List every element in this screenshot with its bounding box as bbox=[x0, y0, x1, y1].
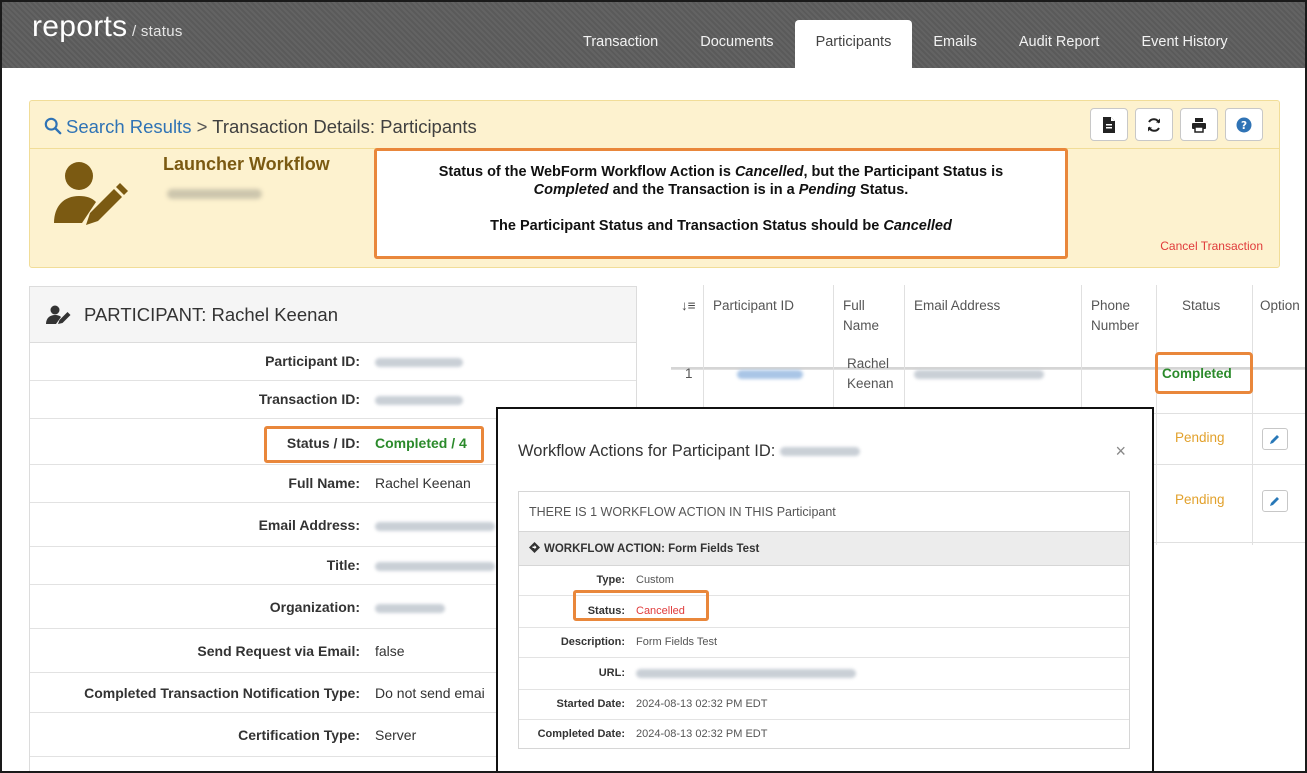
search-icon bbox=[44, 117, 62, 135]
email-redacted bbox=[375, 517, 495, 533]
refresh-button[interactable] bbox=[1135, 108, 1173, 141]
callout-line-1: Status of the WebForm Workflow Action is… bbox=[438, 164, 1004, 180]
row-completed-date: Completed Date: 2024-08-13 02:32 PM EDT bbox=[537, 728, 768, 740]
column-options[interactable]: Option bbox=[1252, 285, 1305, 369]
row-2-status: Pending bbox=[1175, 430, 1225, 445]
completed-highlight-box bbox=[1155, 352, 1253, 394]
print-button[interactable] bbox=[1180, 108, 1218, 141]
participant-panel-header: PARTICIPANT: Rachel Keenan bbox=[30, 287, 636, 343]
cancelled-highlight-box bbox=[573, 590, 709, 621]
brand-name: reports bbox=[32, 10, 128, 43]
document-button[interactable] bbox=[1090, 108, 1128, 141]
svg-text:?: ? bbox=[1241, 120, 1247, 132]
modal-header: Workflow Actions for Participant ID: × bbox=[498, 409, 1152, 497]
toolbar: ? bbox=[1090, 108, 1263, 141]
column-divider bbox=[1156, 285, 1157, 545]
column-participant-id[interactable]: Participant ID bbox=[703, 285, 833, 369]
pencil-icon bbox=[1270, 435, 1279, 444]
pencil-icon bbox=[1270, 497, 1279, 506]
participant-title: PARTICIPANT: Rachel Keenan bbox=[84, 304, 338, 325]
tab-event-history[interactable]: Event History bbox=[1120, 20, 1248, 68]
tab-audit-report[interactable]: Audit Report bbox=[998, 20, 1121, 68]
row-started-date: Started Date: 2024-08-13 02:32 PM EDT bbox=[519, 690, 1129, 720]
breadcrumb-search-results-link[interactable]: Search Results bbox=[66, 116, 191, 137]
breadcrumb-current: Transaction Details: Participants bbox=[212, 116, 477, 137]
row-url: URL: bbox=[519, 658, 1129, 690]
row-2-edit-button[interactable] bbox=[1262, 428, 1288, 450]
transaction-id-redacted bbox=[375, 391, 463, 407]
row-3-status: Pending bbox=[1175, 492, 1225, 507]
workflow-name: Launcher Workflow bbox=[163, 154, 330, 174]
user-edit-icon bbox=[46, 305, 71, 324]
diamond-arrow-icon bbox=[529, 542, 540, 553]
callout-line-3: The Participant Status and Transaction S… bbox=[490, 218, 952, 234]
column-email-address[interactable]: Email Address bbox=[904, 285, 1081, 369]
callout-line-2: Completed and the Transaction is in a Pe… bbox=[533, 182, 909, 198]
row-1-email-redacted bbox=[914, 364, 1044, 384]
row-participant-id: Participant ID: bbox=[30, 343, 636, 381]
workflow-action-count: THERE IS 1 WORKFLOW ACTION IN THIS Parti… bbox=[519, 492, 1129, 532]
help-button[interactable]: ? bbox=[1225, 108, 1263, 141]
close-icon[interactable]: × bbox=[1115, 441, 1126, 462]
row-1-participant-id-link[interactable] bbox=[737, 364, 803, 384]
user-edit-icon bbox=[54, 162, 128, 225]
participant-id-redacted bbox=[375, 353, 463, 369]
panel-header: Search Results > Transaction Details: Pa… bbox=[30, 101, 1279, 149]
row-description: Description: Form Fields Test bbox=[519, 628, 1129, 658]
brand-subtitle: / status bbox=[127, 23, 183, 40]
breadcrumb: Search Results > Transaction Details: Pa… bbox=[44, 116, 477, 138]
row-3-edit-button[interactable] bbox=[1262, 490, 1288, 512]
document-icon bbox=[1103, 116, 1115, 133]
organization-redacted bbox=[375, 599, 445, 615]
print-icon bbox=[1192, 117, 1206, 133]
title-redacted bbox=[375, 557, 495, 573]
row-1-index: 1 bbox=[685, 366, 693, 381]
status-highlight-box bbox=[264, 426, 484, 463]
main-tabs: Transaction Documents Participants Email… bbox=[562, 20, 1249, 68]
breadcrumb-separator: > bbox=[196, 116, 208, 137]
app-brand[interactable]: reports / status bbox=[32, 10, 183, 44]
cancel-transaction-link[interactable]: Cancel Transaction bbox=[1160, 239, 1263, 253]
column-divider bbox=[1252, 285, 1253, 545]
sort-column-header[interactable]: ↓≡ bbox=[671, 285, 703, 369]
modal-title: Workflow Actions for Participant ID: bbox=[518, 442, 860, 461]
tab-participants[interactable]: Participants bbox=[794, 20, 913, 68]
workflow-action-header: WORKFLOW ACTION: Form Fields Test bbox=[519, 532, 1129, 566]
column-phone-number[interactable]: Phone Number bbox=[1081, 285, 1156, 369]
refresh-icon bbox=[1148, 117, 1160, 132]
top-navigation-bar: reports / status Transaction Documents P… bbox=[2, 2, 1305, 68]
tab-emails[interactable]: Emails bbox=[912, 20, 998, 68]
tab-transaction[interactable]: Transaction bbox=[562, 20, 679, 68]
app-frame: reports / status Transaction Documents P… bbox=[0, 0, 1307, 773]
row-1-full-name: Rachel Keenan bbox=[847, 356, 894, 391]
annotation-callout: Status of the WebForm Workflow Action is… bbox=[374, 148, 1068, 259]
help-icon: ? bbox=[1236, 117, 1252, 132]
tab-documents[interactable]: Documents bbox=[679, 20, 794, 68]
transaction-id-redacted bbox=[167, 189, 262, 199]
url-redacted bbox=[636, 667, 856, 679]
